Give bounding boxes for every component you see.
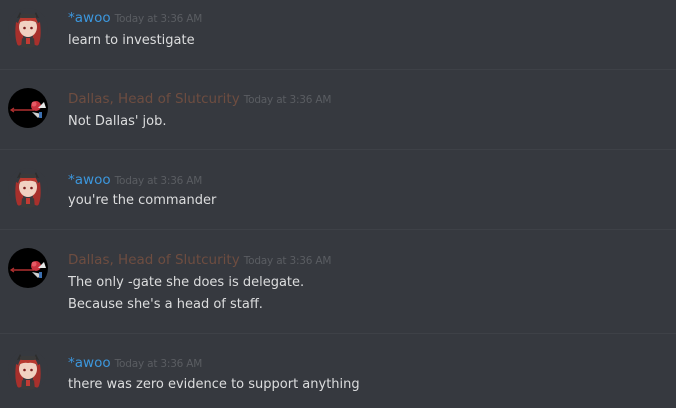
divider (0, 229, 676, 230)
message-content: learn to investigate (68, 33, 195, 48)
username[interactable]: *awoo (68, 10, 111, 26)
avatar[interactable] (8, 248, 48, 288)
message-header: *awoo Today at 3:36 AM (68, 354, 202, 372)
message-content: Not Dallas' job. (68, 114, 167, 129)
username[interactable]: *awoo (68, 355, 111, 371)
avatar[interactable] (8, 88, 48, 128)
message-header: *awoo Today at 3:36 AM (68, 9, 202, 27)
username[interactable]: *awoo (68, 172, 111, 188)
message-content: you're the commander (68, 193, 217, 208)
black-circle-rose-avatar-icon (8, 88, 48, 128)
divider (0, 69, 676, 70)
timestamp: Today at 3:36 AM (114, 358, 203, 370)
message-content: Because she's a head of staff. (68, 297, 263, 312)
message-content: there was zero evidence to support anyth… (68, 377, 360, 392)
timestamp: Today at 3:36 AM (243, 94, 332, 106)
username[interactable]: Dallas, Head of Slutcurity (68, 91, 240, 107)
divider (0, 149, 676, 150)
red-haired-character-avatar-icon (8, 168, 48, 208)
avatar[interactable] (8, 8, 48, 48)
avatar[interactable] (8, 168, 48, 208)
message-header: Dallas, Head of Slutcurity Today at 3:36 … (68, 90, 331, 108)
timestamp: Today at 3:36 AM (114, 13, 203, 25)
timestamp: Today at 3:36 AM (114, 175, 203, 187)
username[interactable]: Dallas, Head of Slutcurity (68, 252, 240, 268)
message-header: *awoo Today at 3:36 AM (68, 171, 202, 189)
message-header: Dallas, Head of Slutcurity Today at 3:36 … (68, 251, 331, 269)
divider (0, 333, 676, 334)
message-content: The only -gate she does is delegate. (68, 275, 305, 290)
black-circle-rose-avatar-icon (8, 248, 48, 288)
timestamp: Today at 3:36 AM (243, 255, 332, 267)
red-haired-character-avatar-icon (8, 8, 48, 48)
red-haired-character-avatar-icon (8, 350, 48, 390)
avatar[interactable] (8, 350, 48, 390)
